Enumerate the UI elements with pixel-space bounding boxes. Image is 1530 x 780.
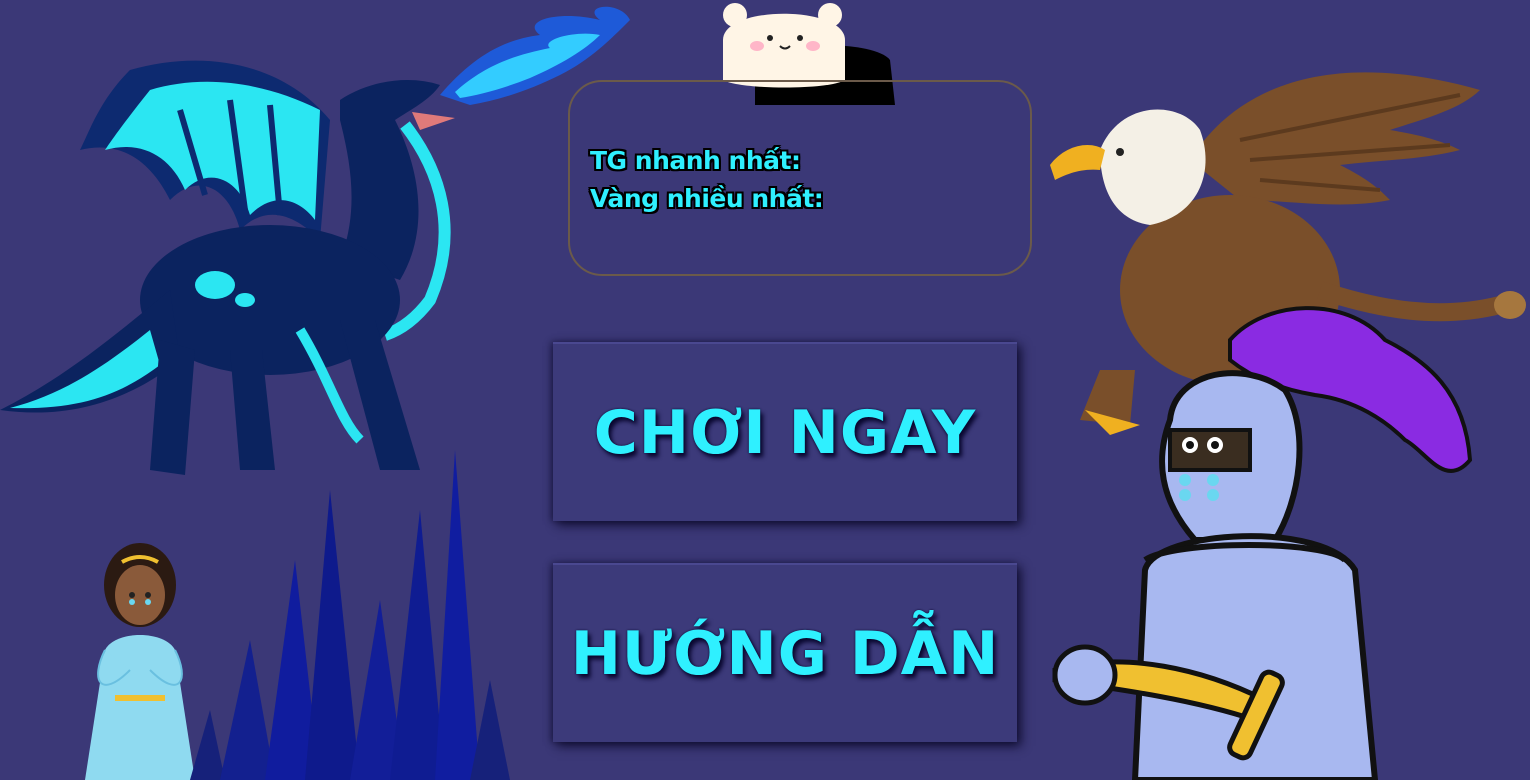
guide-label: HƯỚNG DẪN bbox=[570, 618, 1000, 689]
knight-illustration bbox=[1052, 306, 1473, 780]
crystal-spires-illustration bbox=[190, 450, 510, 780]
most-gold-label: Vàng nhiều nhất: bbox=[590, 184, 824, 213]
stats-panel bbox=[568, 80, 1032, 276]
fastest-time-label: TG nhanh nhất: bbox=[590, 146, 801, 175]
play-now-button[interactable]: CHƠI NGAY bbox=[553, 342, 1017, 521]
play-now-label: CHƠI NGAY bbox=[593, 397, 977, 468]
dragon-illustration bbox=[0, 6, 630, 475]
guide-button[interactable]: HƯỚNG DẪN bbox=[553, 563, 1017, 742]
